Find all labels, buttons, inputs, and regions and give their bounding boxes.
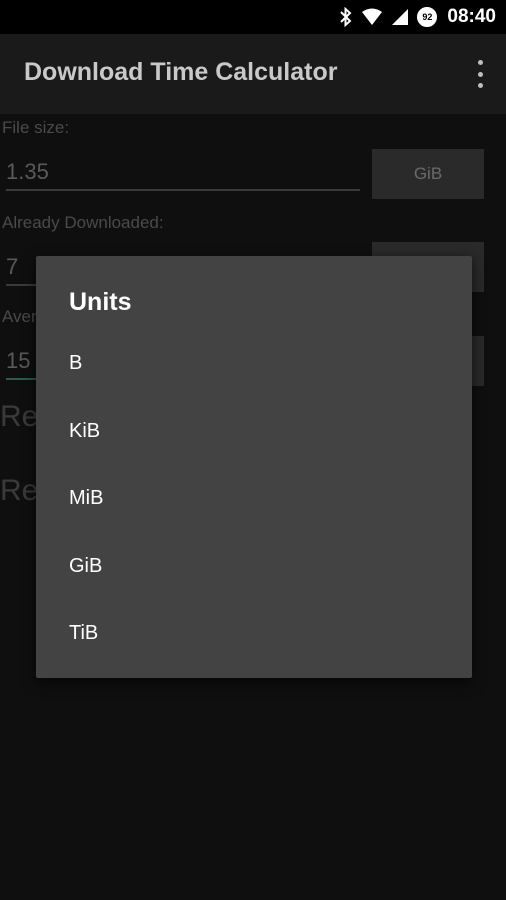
file-size-unit-button[interactable]: GiB [372,149,484,199]
unit-option-kib[interactable]: KiB [36,398,472,466]
average-speed-input[interactable]: 15 [6,348,30,374]
unit-option-tib[interactable]: TiB [36,600,472,668]
already-downloaded-underline [6,284,36,286]
file-size-underline [6,189,360,191]
app-title: Download Time Calculator [24,58,338,86]
unit-option-mib[interactable]: MiB [36,465,472,533]
file-size-input[interactable]: 1.35 [6,159,49,185]
overflow-menu-icon[interactable] [476,60,484,88]
status-bar: 92 08:40 [0,0,506,34]
already-downloaded-input[interactable]: 7 [6,254,18,280]
dialog-title: Units [69,288,132,316]
result-text-1: Re [0,400,39,433]
app-bar: Download Time Calculator [0,34,506,114]
average-speed-underline [6,378,36,380]
already-downloaded-label: Already Downloaded: [2,213,164,232]
unit-option-b[interactable]: B [36,330,472,398]
clock: 08:40 [447,6,496,27]
units-list: B KiB MiB GiB TiB [36,330,472,668]
average-speed-label: Aver [2,307,37,326]
bluetooth-icon [339,7,353,27]
signal-icon [391,8,409,26]
file-size-label: File size: [2,118,70,137]
wifi-icon [361,8,383,26]
battery-icon: 92 [417,7,438,27]
unit-option-gib[interactable]: GiB [36,533,472,601]
result-text-2: Re [0,474,39,507]
units-dialog: Units B KiB MiB GiB TiB [36,256,472,678]
